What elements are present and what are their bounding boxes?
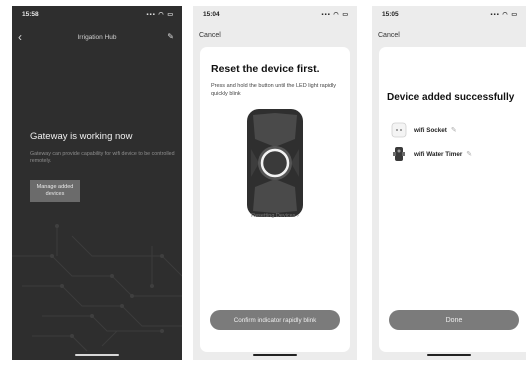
- home-indicator[interactable]: [427, 354, 471, 356]
- status-bar: 15:58 ▪▪▪ ◠ ▭: [22, 11, 174, 21]
- gateway-device-illustration: [247, 109, 303, 217]
- cancel-link[interactable]: Cancel: [199, 32, 221, 39]
- circuit-background-graphic: [12, 224, 182, 352]
- reset-instructions: Press and hold the button until the LED …: [211, 83, 337, 97]
- gateway-description: Gateway can provide capability for wifi …: [30, 151, 175, 164]
- gateway-status-heading: Gateway is working now: [30, 131, 133, 142]
- device-row-water-timer[interactable]: wifi Water Timer ✎: [391, 144, 472, 164]
- status-icons: ▪▪▪ ◠ ▭: [490, 12, 518, 18]
- device-name: wifi Water Timer: [414, 150, 463, 158]
- reset-card: Reset the device first. Press and hold t…: [200, 47, 350, 352]
- success-card: Device added successfully wifi Socket ✎ …: [379, 47, 526, 352]
- socket-icon: [391, 122, 407, 138]
- status-icons: ▪▪▪ ◠ ▭: [321, 12, 349, 18]
- status-icons: ▪▪▪ ◠ ▭: [146, 12, 174, 18]
- edit-pencil-icon[interactable]: ✎: [167, 32, 174, 41]
- status-time: 15:04: [203, 11, 220, 18]
- done-button[interactable]: Done: [389, 310, 519, 330]
- device-row-socket[interactable]: wifi Socket ✎: [391, 120, 457, 140]
- home-indicator[interactable]: [253, 354, 297, 356]
- cancel-link[interactable]: Cancel: [378, 32, 400, 39]
- resetting-devices-link[interactable]: Resetting Devices ›: [200, 213, 350, 219]
- success-title: Device added successfully: [387, 92, 515, 103]
- reset-title: Reset the device first.: [211, 63, 320, 75]
- status-bar: 15:04 ▪▪▪ ◠ ▭: [203, 11, 349, 21]
- water-timer-icon: [393, 147, 405, 161]
- edit-name-icon[interactable]: ✎: [451, 126, 457, 134]
- page-title: Irrigation Hub: [77, 34, 117, 41]
- manage-added-devices-button[interactable]: Manage added devices: [30, 180, 80, 202]
- status-time: 15:58: [22, 11, 39, 18]
- edit-name-icon[interactable]: ✎: [466, 150, 472, 158]
- gateway-screen: 15:58 ▪▪▪ ◠ ▭ ‹ Irrigation Hub ✎ Gateway…: [12, 6, 182, 360]
- device-name: wifi Socket: [414, 126, 447, 134]
- status-bar: 15:05 ▪▪▪ ◠ ▭: [382, 11, 518, 21]
- device-added-screen: 15:05 ▪▪▪ ◠ ▭ Cancel Device added succes…: [372, 6, 526, 360]
- confirm-indicator-button[interactable]: Confirm indicator rapidly blink: [210, 310, 340, 330]
- reset-device-screen: 15:04 ▪▪▪ ◠ ▭ Cancel Reset the device fi…: [193, 6, 357, 360]
- nav-bar: ‹ Irrigation Hub ✎: [12, 30, 182, 46]
- home-indicator[interactable]: [75, 354, 119, 356]
- status-time: 15:05: [382, 11, 399, 18]
